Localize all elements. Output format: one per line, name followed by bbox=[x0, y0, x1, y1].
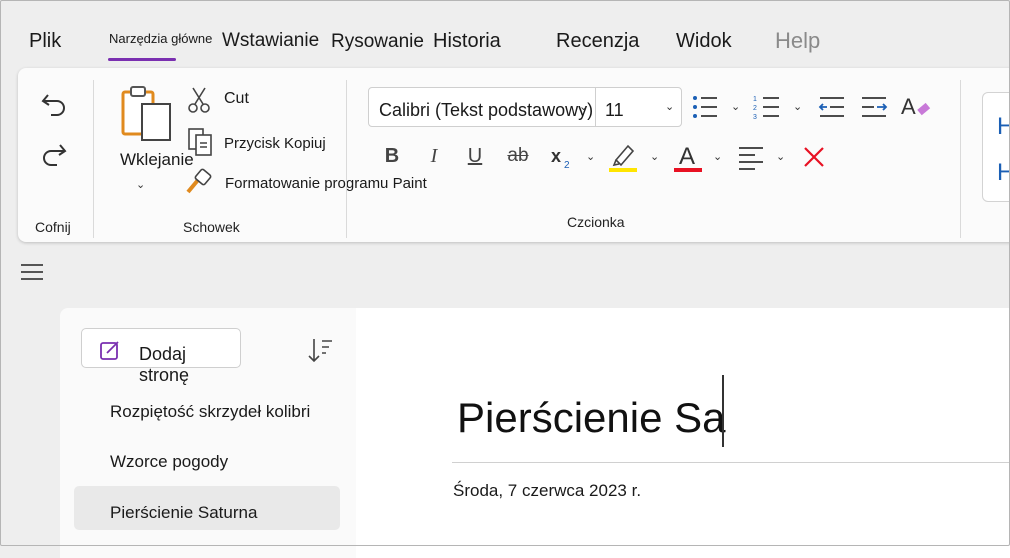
svg-text:2: 2 bbox=[753, 105, 757, 112]
ribbon-separator bbox=[346, 80, 347, 238]
clipboard-group-label: Schowek bbox=[183, 219, 240, 235]
page-date: Środa, 7 czerwca 2023 r. bbox=[453, 481, 642, 500]
increase-indent-icon[interactable] bbox=[860, 93, 888, 121]
page-title[interactable]: Pierścienie Sa bbox=[457, 394, 725, 442]
redo-icon[interactable] bbox=[36, 138, 72, 172]
add-page-button[interactable]: Dodaj stronę bbox=[81, 328, 241, 385]
numbered-list-icon[interactable]: 1 2 3 bbox=[752, 93, 782, 121]
page-list-item-label: Pierścienie Saturna bbox=[110, 503, 258, 522]
title-divider bbox=[452, 462, 1010, 463]
clear-formatting-icon[interactable]: A bbox=[900, 92, 932, 122]
bullet-list-icon[interactable] bbox=[690, 93, 720, 121]
cut-label[interactable]: Cut bbox=[224, 90, 249, 108]
font-group-label: Czcionka bbox=[567, 214, 625, 230]
highlight-icon[interactable] bbox=[606, 140, 640, 174]
tab-draw[interactable]: Rysowanie bbox=[331, 31, 424, 53]
bold-icon[interactable]: B bbox=[380, 144, 404, 168]
font-size-value[interactable]: 11 bbox=[605, 100, 624, 121]
add-page-label: Dodaj stronę bbox=[139, 344, 190, 385]
paste-dropdown-chevron-icon[interactable]: ⌄ bbox=[136, 178, 145, 191]
ribbon-separator bbox=[93, 80, 94, 238]
sort-icon[interactable] bbox=[304, 336, 334, 364]
subscript-icon[interactable]: x2 bbox=[550, 144, 576, 170]
numbered-list-chevron-icon[interactable]: ⌄ bbox=[793, 100, 802, 113]
undo-icon[interactable] bbox=[36, 88, 72, 122]
copy-icon[interactable] bbox=[186, 127, 214, 157]
style-heading-1-preview[interactable]: H bbox=[997, 113, 1010, 141]
highlight-chevron-icon[interactable]: ⌄ bbox=[650, 150, 659, 163]
underline-icon[interactable]: U bbox=[463, 144, 487, 168]
svg-text:x: x bbox=[551, 146, 561, 166]
svg-text:A: A bbox=[679, 143, 695, 170]
subscript-chevron-icon[interactable]: ⌄ bbox=[586, 150, 595, 163]
page-list-item[interactable]: Wzorce pogody bbox=[110, 452, 228, 472]
tab-file[interactable]: Plik bbox=[29, 30, 61, 53]
format-painter-icon[interactable] bbox=[184, 168, 214, 196]
svg-text:2: 2 bbox=[564, 160, 570, 170]
ribbon-separator bbox=[960, 80, 961, 238]
hamburger-menu-icon[interactable] bbox=[21, 264, 43, 285]
cut-icon[interactable] bbox=[186, 86, 212, 114]
strikethrough-icon[interactable]: ab bbox=[504, 144, 532, 168]
font-name-value: Calibri (Tekst podstawowy) bbox=[379, 100, 594, 120]
decrease-indent-icon[interactable] bbox=[818, 93, 846, 121]
combobox-divider bbox=[595, 88, 596, 126]
font-color-chevron-icon[interactable]: ⌄ bbox=[713, 150, 722, 163]
style-heading-2-preview[interactable]: H bbox=[997, 159, 1010, 187]
clear-all-formatting-icon[interactable] bbox=[801, 144, 827, 170]
tab-view[interactable]: Widok bbox=[676, 30, 732, 53]
svg-text:3: 3 bbox=[753, 114, 757, 120]
italic-icon[interactable]: I bbox=[422, 144, 446, 168]
align-icon[interactable] bbox=[737, 144, 765, 170]
font-name-chevron-icon[interactable]: ⌄ bbox=[579, 100, 588, 113]
format-painter-label[interactable]: Formatowanie programu Paint bbox=[225, 175, 427, 192]
copy-label[interactable]: Przycisk Kopiuj bbox=[224, 135, 326, 152]
text-cursor bbox=[722, 375, 724, 447]
active-tab-indicator bbox=[108, 58, 176, 61]
font-name-combobox[interactable]: Calibri (Tekst podstawowy) 11 ⌄ ⌄ bbox=[368, 87, 682, 127]
bullet-list-chevron-icon[interactable]: ⌄ bbox=[731, 100, 740, 113]
tab-insert[interactable]: Wstawianie bbox=[222, 30, 319, 52]
tab-help[interactable]: Help bbox=[775, 28, 820, 54]
svg-text:1: 1 bbox=[753, 96, 757, 103]
styles-gallery[interactable]: H H bbox=[982, 92, 1010, 202]
align-chevron-icon[interactable]: ⌄ bbox=[776, 150, 785, 163]
font-color-icon[interactable]: A bbox=[672, 140, 704, 174]
tab-history[interactable]: Historia bbox=[433, 30, 501, 53]
tab-review[interactable]: Recenzja bbox=[556, 30, 639, 53]
page-list-item[interactable]: Rozpiętość skrzydeł kolibri bbox=[110, 402, 310, 422]
font-size-chevron-icon[interactable]: ⌄ bbox=[665, 100, 674, 113]
undo-group-label: Cofnij bbox=[35, 219, 71, 235]
add-page-icon bbox=[98, 338, 122, 362]
tab-home[interactable]: Narzędzia główne bbox=[109, 31, 212, 46]
paste-label[interactable]: Wklejanie bbox=[120, 150, 194, 170]
svg-text:A: A bbox=[901, 94, 916, 119]
paste-icon[interactable] bbox=[120, 84, 176, 144]
